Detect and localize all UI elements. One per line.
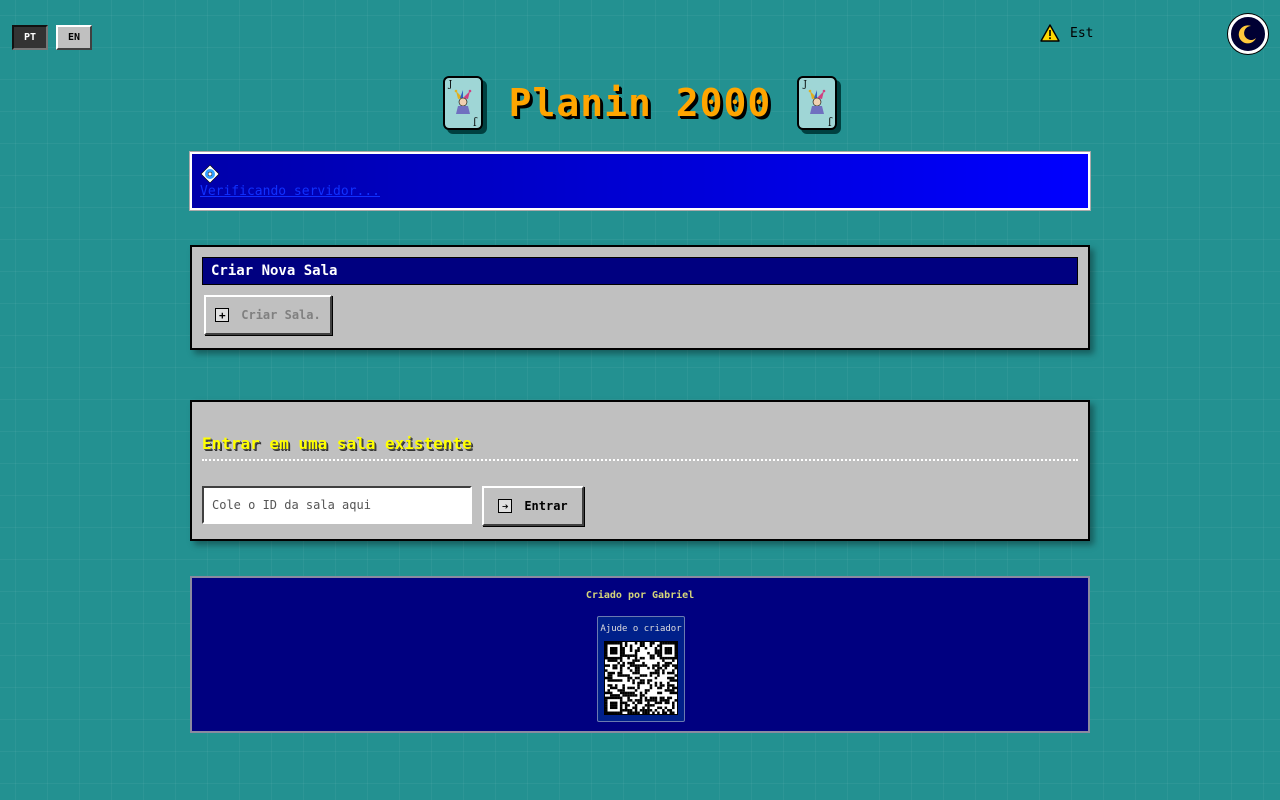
create-room-titlebar: Criar Nova Sala (202, 257, 1078, 285)
jester-icon (809, 89, 826, 114)
server-status-text: Verificando servidor... (200, 184, 381, 199)
language-pt-button[interactable]: PT (12, 25, 48, 50)
moon-icon (1238, 25, 1256, 44)
enter-room-button[interactable]: ➔ Entrar (482, 486, 584, 526)
arrow-right-icon: ➔ (498, 499, 513, 513)
qr-code-icon (604, 641, 678, 715)
create-room-button-label: Criar Sala. (241, 308, 321, 322)
create-room-panel: Criar Nova Sala + Criar Sala. (190, 245, 1090, 350)
joker-card-icon: J J (797, 76, 838, 130)
plus-icon: + (215, 308, 230, 322)
join-room-panel: Entrar em uma sala existente ➔ Entrar (190, 400, 1090, 541)
creator-credit: Criado por Gabriel (585, 590, 695, 601)
donate-label: Ajude o criador (600, 624, 682, 634)
connection-status: Est (1040, 24, 1093, 42)
divider (202, 459, 1078, 461)
page-title: Planin 2000 (508, 81, 772, 125)
donate-box: Ajude o criador (597, 616, 685, 722)
server-status-banner: Verificando servidor... (190, 152, 1090, 210)
theme-toggle-button[interactable] (1228, 14, 1268, 54)
cd-icon (200, 164, 220, 184)
enter-room-button-label: Entrar (524, 499, 568, 513)
card-corner-bottom: J (473, 116, 477, 126)
language-en-button[interactable]: EN (56, 25, 92, 50)
room-id-input[interactable] (202, 486, 472, 524)
joker-card-icon: J J (442, 76, 483, 130)
create-room-button[interactable]: + Criar Sala. (204, 295, 332, 335)
card-corner-bottom: J (827, 116, 832, 126)
header: J J Planin 2000 J J (0, 76, 1280, 130)
join-room-heading: Entrar em uma sala existente (202, 434, 472, 453)
create-room-title: Criar Nova Sala (211, 263, 338, 279)
footer: Criado por Gabriel Ajude o criador (190, 576, 1090, 733)
status-text: Est (1070, 25, 1094, 41)
warning-icon (1040, 24, 1060, 42)
jester-icon (454, 89, 471, 114)
